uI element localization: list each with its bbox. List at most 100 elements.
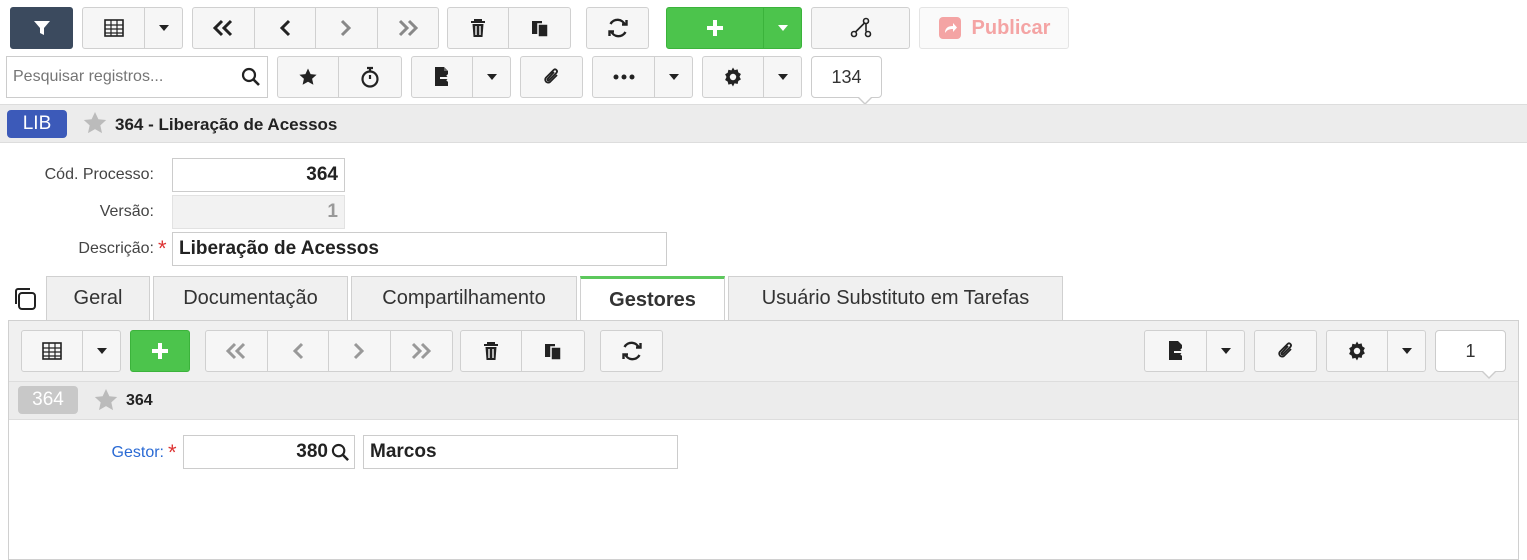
record-count-bubble: 134 <box>811 56 882 98</box>
cod-processo-field[interactable]: 364 <box>172 158 345 192</box>
sub-copy-button[interactable] <box>522 331 584 371</box>
sub-settings-button[interactable] <box>1327 331 1389 371</box>
paperclip-icon <box>543 68 558 84</box>
search-icon[interactable] <box>241 67 261 87</box>
sub-add-button[interactable] <box>130 330 190 372</box>
plus-icon <box>707 20 724 36</box>
chevron-down-icon <box>777 74 788 80</box>
more-options-button[interactable] <box>593 57 656 97</box>
first-record-button[interactable] <box>193 8 255 48</box>
publish-label: Publicar <box>971 16 1051 39</box>
add-dropdown[interactable] <box>764 8 801 48</box>
search-icon[interactable] <box>331 443 350 462</box>
next-record-button[interactable] <box>316 8 378 48</box>
trash-icon <box>484 342 498 360</box>
gestor-label[interactable]: Gestor: <box>0 444 164 462</box>
process-badge-label: LIB <box>22 113 52 134</box>
sub-settings-dropdown[interactable] <box>1388 331 1425 371</box>
timer-button[interactable] <box>339 57 401 97</box>
sub-attach-button[interactable] <box>1254 330 1317 372</box>
table-icon <box>103 19 124 37</box>
workflow-button[interactable] <box>811 7 910 49</box>
duplicate-window-icon[interactable] <box>12 286 38 312</box>
sub-grid-view-button[interactable] <box>22 331 84 371</box>
refresh-button[interactable] <box>586 7 649 49</box>
versao-field: 1 <box>172 195 345 229</box>
tab-documentacao[interactable]: Documentação <box>153 276 348 320</box>
star-icon <box>299 68 317 85</box>
chevron-down-icon <box>1220 348 1231 354</box>
star-icon[interactable] <box>82 110 108 136</box>
filter-button[interactable] <box>10 7 73 49</box>
versao-label: Versão: <box>99 203 154 220</box>
sub-record-count-pointer-fill <box>1482 370 1496 377</box>
chevron-right-icon <box>354 342 365 360</box>
sub-record-title: 364 <box>126 392 153 409</box>
tab-compartilhamento[interactable]: Compartilhamento <box>351 276 577 320</box>
sub-refresh-button[interactable] <box>600 330 663 372</box>
double-chevron-left-icon <box>226 342 246 360</box>
attach-button[interactable] <box>520 56 583 98</box>
sub-last-record-button[interactable] <box>391 331 453 371</box>
favorite-button[interactable] <box>278 57 340 97</box>
add-group <box>666 7 802 49</box>
star-icon[interactable] <box>93 387 119 413</box>
workflow-icon <box>850 17 871 38</box>
gestor-code-value: 380 <box>296 441 328 462</box>
view-mode-dropdown[interactable] <box>145 8 182 48</box>
sub-export-group <box>1144 330 1245 372</box>
publish-button[interactable]: Publicar <box>919 7 1069 49</box>
sub-record-count-bubble: 1 <box>1435 330 1506 372</box>
record-count-pointer-fill <box>858 96 872 103</box>
refresh-icon <box>621 341 642 361</box>
double-chevron-right-icon <box>412 342 432 360</box>
chevron-down-icon <box>96 348 107 354</box>
chevron-down-icon <box>158 25 169 31</box>
copy-icon <box>545 344 562 361</box>
chevron-right-icon <box>341 19 352 37</box>
export-file-icon <box>1168 341 1186 360</box>
sub-previous-record-button[interactable] <box>268 331 329 371</box>
record-count: 134 <box>831 66 862 87</box>
double-chevron-right-icon <box>398 19 418 37</box>
sub-delete-button[interactable] <box>461 331 523 371</box>
gestor-code-field[interactable]: 380 <box>183 435 355 469</box>
search-input[interactable] <box>7 57 232 97</box>
tab-gestores[interactable]: Gestores <box>580 276 725 321</box>
sub-export-button[interactable] <box>1145 331 1208 371</box>
stopwatch-icon <box>361 66 379 88</box>
sub-record-badge: 364 <box>18 386 78 414</box>
sub-record-badge-label: 364 <box>32 389 64 410</box>
add-record-button[interactable] <box>667 8 765 48</box>
cod-processo-value: 364 <box>306 164 338 185</box>
search-box <box>6 56 268 98</box>
grid-view-button[interactable] <box>83 8 146 48</box>
last-record-button[interactable] <box>378 8 439 48</box>
descricao-field[interactable]: Liberação de Acessos <box>172 232 667 266</box>
paperclip-icon <box>1277 342 1292 358</box>
favorites-group <box>277 56 402 98</box>
copy-button[interactable] <box>509 8 570 48</box>
export-dropdown[interactable] <box>473 57 510 97</box>
settings-dropdown[interactable] <box>764 57 801 97</box>
more-dropdown[interactable] <box>655 57 692 97</box>
settings-button[interactable] <box>703 57 765 97</box>
sub-next-record-button[interactable] <box>329 331 391 371</box>
export-button[interactable] <box>412 57 474 97</box>
sub-settings-group <box>1326 330 1426 372</box>
sub-view-mode-group <box>21 330 121 372</box>
sub-edit-group <box>460 330 585 372</box>
sub-view-mode-dropdown[interactable] <box>83 331 120 371</box>
sub-first-record-button[interactable] <box>206 331 268 371</box>
edit-group <box>447 7 571 49</box>
view-mode-group <box>82 7 183 49</box>
plus-icon <box>152 343 168 359</box>
sub-export-dropdown[interactable] <box>1207 331 1244 371</box>
sub-record-header-bar <box>9 381 1518 420</box>
tab-geral[interactable]: Geral <box>46 276 150 320</box>
descricao-label: Descrição: <box>78 240 154 257</box>
more-group <box>592 56 693 98</box>
previous-record-button[interactable] <box>255 8 316 48</box>
delete-button[interactable] <box>448 8 510 48</box>
tab-usuario-substituto[interactable]: Usuário Substituto em Tarefas <box>728 276 1063 320</box>
